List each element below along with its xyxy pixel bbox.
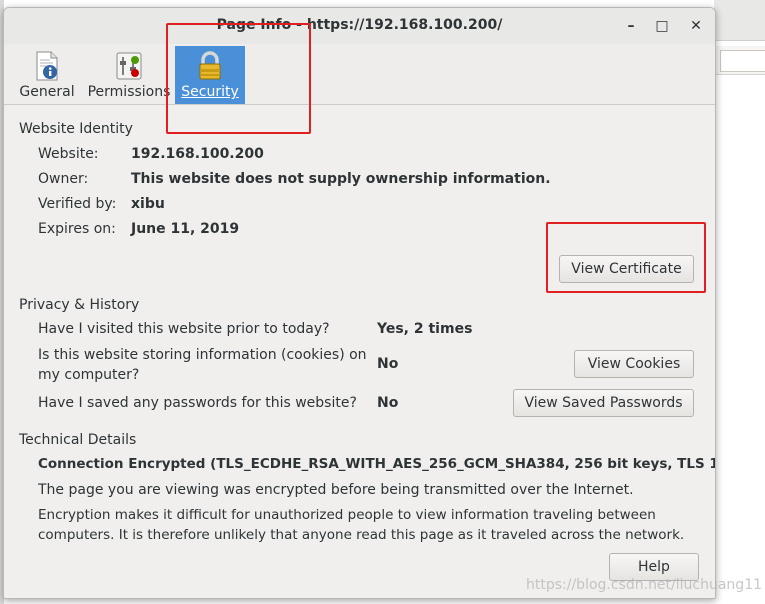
encryption-description-1: The page you are viewing was encrypted b… bbox=[38, 482, 634, 498]
verified-by-label: Verified by: bbox=[38, 196, 117, 212]
minimize-button[interactable]: – bbox=[620, 15, 642, 37]
window-title: Page Info - https://192.168.100.200/ bbox=[216, 17, 503, 33]
tab-permissions-label: Permissions bbox=[87, 84, 171, 100]
technical-details-heading: Technical Details bbox=[19, 432, 137, 448]
background-url-field bbox=[720, 50, 765, 72]
passwords-answer: No bbox=[377, 395, 399, 411]
expires-value: June 11, 2019 bbox=[131, 221, 240, 237]
cookies-answer: No bbox=[377, 356, 399, 372]
view-cookies-button[interactable]: View Cookies bbox=[574, 350, 694, 378]
maximize-button[interactable]: □ bbox=[651, 15, 673, 37]
visited-question: Have I visited this website prior to tod… bbox=[38, 321, 330, 337]
watermark-text: https://blog.csdn.net/liuchuang11 bbox=[526, 577, 763, 593]
owner-label: Owner: bbox=[38, 171, 89, 187]
close-button[interactable]: ✕ bbox=[685, 15, 707, 37]
view-saved-passwords-button[interactable]: View Saved Passwords bbox=[513, 389, 694, 417]
tab-security[interactable]: Security bbox=[175, 46, 245, 104]
verified-by-value: xibu bbox=[131, 196, 165, 212]
passwords-question: Have I saved any passwords for this webs… bbox=[38, 395, 357, 411]
encryption-description-2: Encryption makes it difficult for unauth… bbox=[38, 507, 656, 523]
connection-status: Connection Encrypted (TLS_ECDHE_RSA_WITH… bbox=[38, 456, 716, 472]
permissions-icon bbox=[113, 50, 145, 82]
cookies-question-line1: Is this website storing information (coo… bbox=[38, 347, 367, 363]
encryption-description-3: computers. It is therefore unlikely that… bbox=[38, 527, 685, 543]
tab-security-label: Security bbox=[181, 84, 239, 100]
background-browser-titlebar bbox=[714, 0, 765, 41]
title-bar[interactable]: Page Info - https://192.168.100.200/ – □… bbox=[4, 8, 715, 44]
padlock-icon bbox=[194, 50, 226, 82]
tab-general[interactable]: General bbox=[16, 46, 78, 104]
cookies-question-line2: my computer? bbox=[38, 367, 140, 383]
cookies-question: Is this website storing information (coo… bbox=[38, 345, 367, 385]
website-value: 192.168.100.200 bbox=[131, 146, 264, 162]
tab-permissions[interactable]: Permissions bbox=[87, 46, 171, 104]
expires-label: Expires on: bbox=[38, 221, 116, 237]
view-certificate-button[interactable]: View Certificate bbox=[559, 255, 694, 283]
background-browser bbox=[714, 0, 765, 604]
tab-toolbar: General Permissions Security bbox=[4, 44, 715, 105]
website-identity-heading: Website Identity bbox=[19, 121, 133, 137]
tab-general-label: General bbox=[19, 84, 75, 100]
website-label: Website: bbox=[38, 146, 99, 162]
privacy-history-heading: Privacy & History bbox=[19, 297, 140, 313]
document-info-icon bbox=[31, 50, 63, 82]
page-info-dialog: Page Info - https://192.168.100.200/ – □… bbox=[3, 7, 716, 599]
visited-answer: Yes, 2 times bbox=[377, 321, 473, 337]
owner-value: This website does not supply ownership i… bbox=[131, 171, 551, 187]
